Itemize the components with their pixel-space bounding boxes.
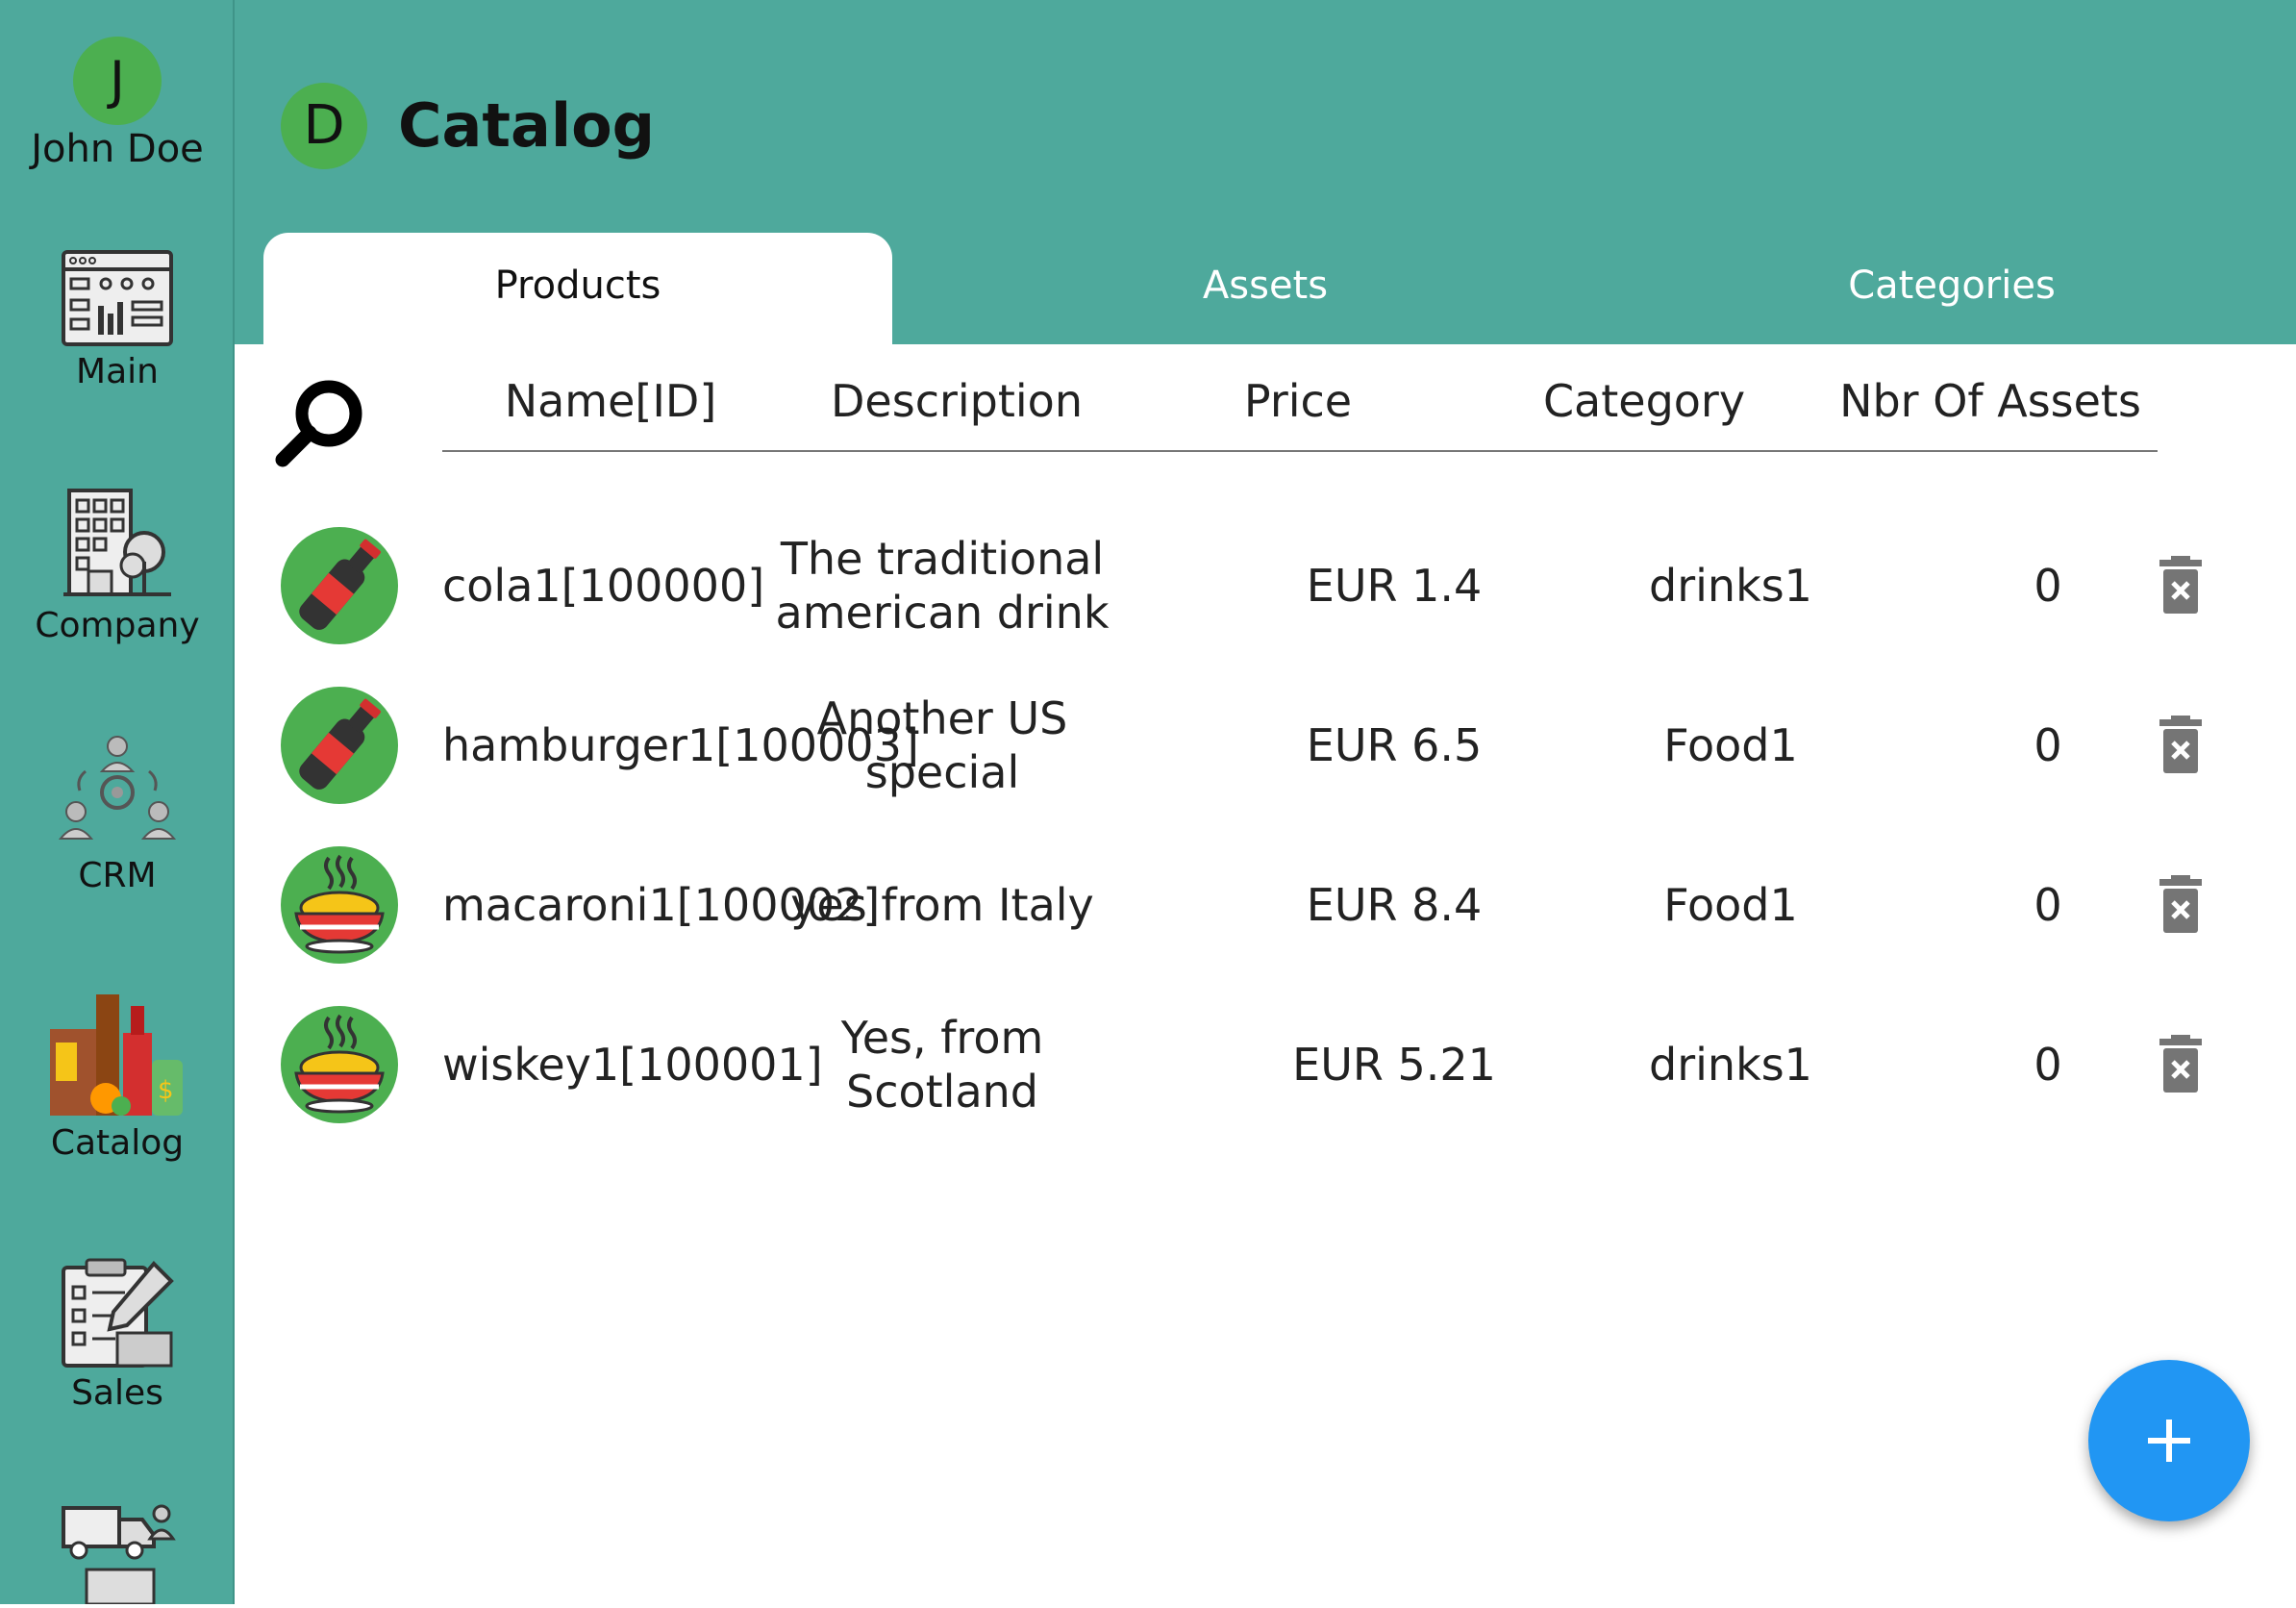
user-name: John Doe [31, 127, 204, 171]
column-header-price[interactable]: Price [1183, 367, 1413, 435]
noodle-bowl-icon [281, 846, 398, 964]
delete-icon[interactable] [2159, 1033, 2202, 1094]
sidebar-item-sales[interactable]: Sales [0, 1258, 235, 1413]
sales-clipboard-icon [62, 1258, 174, 1368]
product-price: EUR 5.21 [1292, 1039, 1496, 1091]
sidebar-item-catalog[interactable]: $ Catalog [0, 991, 235, 1163]
table-row[interactable]: wiskey1[100001] Yes, from Scotland EUR 5… [235, 985, 2296, 1144]
company-building-icon [63, 489, 171, 596]
product-category: drinks1 [1649, 560, 1812, 612]
product-asset-count: 0 [2034, 560, 2062, 612]
sidebar: J John Doe Main Company CRM $ Catalog Sa… [0, 0, 235, 1604]
sidebar-item-crm[interactable]: CRM [0, 733, 235, 895]
tab-products[interactable]: Products [263, 233, 892, 344]
product-price: EUR 8.4 [1306, 879, 1483, 931]
product-name: cola1[100000] [442, 560, 765, 612]
delete-icon[interactable] [2159, 714, 2202, 775]
sidebar-item-catalog-label: Catalog [50, 1123, 185, 1163]
product-description: The traditional american drink [775, 533, 1110, 639]
header-avatar[interactable]: D [281, 83, 367, 169]
column-header-description[interactable]: Description [788, 367, 1125, 435]
delete-icon[interactable] [2159, 873, 2202, 935]
dashboard-icon [62, 250, 173, 346]
table-row[interactable]: macaroni1[100002] yes from Italy EUR 8.4… [235, 825, 2296, 985]
product-price: EUR 6.5 [1306, 719, 1483, 771]
user-avatar[interactable]: J [73, 37, 162, 125]
product-asset-count: 0 [2034, 1039, 2062, 1091]
product-category: Food1 [1663, 719, 1798, 771]
product-asset-count: 0 [2034, 719, 2062, 771]
table-row[interactable]: cola1[100000] The traditional american d… [235, 506, 2296, 666]
product-category: Food1 [1663, 879, 1798, 931]
logistics-truck-icon [62, 1504, 176, 1604]
sidebar-item-logistics[interactable] [0, 1500, 235, 1608]
product-category: drinks1 [1649, 1039, 1812, 1091]
search-icon[interactable] [275, 377, 365, 467]
header-divider [442, 450, 2158, 452]
column-header-nbr-of-assets[interactable]: Nbr Of Assets [1808, 367, 2173, 435]
product-description: Yes, from Scotland [840, 1012, 1044, 1118]
product-asset-count: 0 [2034, 879, 2062, 931]
sidebar-item-sales-label: Sales [71, 1373, 163, 1413]
sidebar-item-company-label: Company [35, 606, 200, 645]
sidebar-item-company[interactable]: Company [0, 485, 235, 645]
add-product-button[interactable] [2088, 1360, 2250, 1521]
column-header-category[interactable]: Category [1500, 367, 1788, 435]
product-name: hamburger1[100003] [442, 719, 919, 771]
page-title: Catalog [398, 90, 656, 161]
product-name: wiskey1[100001] [442, 1039, 823, 1091]
sidebar-item-main-label: Main [76, 352, 159, 391]
catalog-products-icon: $ [50, 994, 183, 1116]
svg-text:$: $ [158, 1076, 174, 1105]
product-description: yes from Italy [790, 879, 1094, 931]
crm-people-icon [58, 736, 177, 840]
noodle-bowl-icon [281, 1006, 398, 1123]
delete-icon[interactable] [2159, 554, 2202, 616]
tab-categories[interactable]: Categories [1608, 233, 2296, 344]
sidebar-item-crm-label: CRM [78, 856, 157, 895]
cola-bottle-icon [281, 687, 398, 804]
table-row[interactable]: hamburger1[100003] Another US special EU… [235, 666, 2296, 825]
product-price: EUR 1.4 [1306, 560, 1483, 612]
product-description: Another US special [816, 692, 1068, 798]
sidebar-item-main[interactable]: Main [0, 248, 235, 391]
product-name: macaroni1[100002] [442, 879, 881, 931]
tab-assets[interactable]: Assets [923, 233, 1608, 344]
cola-bottle-icon [281, 527, 398, 644]
user-profile[interactable]: J John Doe [0, 37, 235, 171]
column-header-name[interactable]: Name[ID] [462, 367, 760, 435]
